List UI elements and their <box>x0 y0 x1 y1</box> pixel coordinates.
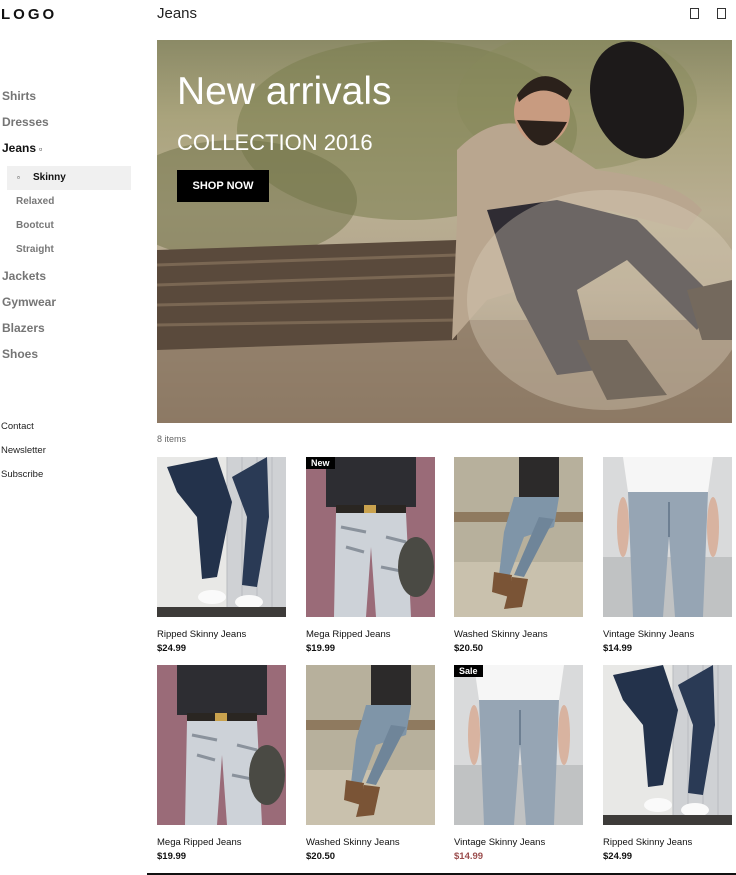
product-card[interactable]: Ripped Skinny Jeans $24.99 <box>603 665 732 862</box>
product-photo <box>454 665 583 825</box>
page-title: Jeans <box>157 5 198 22</box>
product-photo <box>306 665 435 825</box>
nav-item-gymwear[interactable]: Gymwear <box>0 294 140 320</box>
product-badge: New <box>306 457 335 469</box>
sub-item-label: Relaxed <box>16 196 55 207</box>
sub-item-relaxed[interactable]: Relaxed <box>0 190 140 214</box>
selected-bullet-icon: ▫ <box>17 173 20 182</box>
product-price: $19.99 <box>306 643 336 654</box>
product-card[interactable]: Washed Skinny Jeans $20.50 <box>306 665 435 862</box>
sub-item-label: Skinny <box>33 172 66 183</box>
hero-banner: New arrivals COLLECTION 2016 SHOP NOW <box>157 40 732 423</box>
header-icons <box>690 8 726 19</box>
sub-item-skinny[interactable]: ▫ Skinny <box>7 166 131 190</box>
product-photo <box>603 457 732 617</box>
product-price: $19.99 <box>157 851 187 862</box>
nav-item-jackets[interactable]: Jackets <box>0 268 140 294</box>
product-card[interactable]: Sale Vintage Skinny Jeans $14.99 <box>454 665 583 862</box>
shop-now-button[interactable]: SHOP NOW <box>177 170 269 202</box>
product-name[interactable]: Vintage Skinny Jeans <box>603 629 732 642</box>
nav-item-jeans[interactable]: Jeans ▫ <box>0 140 140 166</box>
product-image[interactable]: Sale <box>454 665 583 825</box>
product-card[interactable]: Mega Ripped Jeans $19.99 <box>157 665 286 862</box>
jeans-submenu: ▫ Skinny Relaxed Bootcut Straight <box>0 166 140 262</box>
product-image[interactable] <box>603 665 732 825</box>
item-count: 8 items <box>157 434 187 444</box>
product-name[interactable]: Ripped Skinny Jeans <box>157 629 286 642</box>
product-photo <box>603 665 732 825</box>
nav-item-blazers[interactable]: Blazers <box>0 320 140 346</box>
product-name[interactable]: Washed Skinny Jeans <box>306 837 435 850</box>
nav-label: Jackets <box>2 269 47 283</box>
product-photo <box>157 457 286 617</box>
chevron-down-icon: ▫ <box>39 144 43 154</box>
nav-label: Shirts <box>2 89 37 103</box>
sidebar-nav: Shirts Dresses Jeans ▫ ▫ Skinny Relaxed Bo… <box>0 88 140 372</box>
logo[interactable]: LOGO <box>1 6 57 23</box>
sub-item-bootcut[interactable]: Bootcut <box>0 214 140 238</box>
nav-label: Gymwear <box>2 295 57 309</box>
product-image[interactable] <box>454 457 583 617</box>
nav-label: Shoes <box>2 347 39 361</box>
product-photo <box>454 457 583 617</box>
product-name[interactable]: Mega Ripped Jeans <box>157 837 286 850</box>
sub-item-label: Straight <box>16 244 54 255</box>
search-icon[interactable] <box>717 8 726 19</box>
nav-item-shoes[interactable]: Shoes <box>0 346 140 372</box>
nav-label: Dresses <box>2 115 49 129</box>
product-photo <box>157 665 286 825</box>
product-image[interactable] <box>157 457 286 617</box>
product-image[interactable] <box>306 665 435 825</box>
sub-item-label: Bootcut <box>16 220 54 231</box>
product-card[interactable]: New Mega Ripped Jeans $19.99 <box>306 457 435 654</box>
product-name[interactable]: Ripped Skinny Jeans <box>603 837 732 850</box>
product-photo <box>306 457 435 617</box>
product-badge: Sale <box>454 665 483 677</box>
product-image[interactable] <box>603 457 732 617</box>
nav-item-shirts[interactable]: Shirts <box>0 88 140 114</box>
sub-item-straight[interactable]: Straight <box>0 238 140 262</box>
nav-label: Blazers <box>2 321 45 335</box>
product-name[interactable]: Washed Skinny Jeans <box>454 629 583 642</box>
product-price: $20.50 <box>454 643 484 654</box>
link-contact[interactable]: Contact <box>1 420 46 444</box>
product-card[interactable]: Vintage Skinny Jeans $14.99 <box>603 457 732 654</box>
product-price: $20.50 <box>306 851 336 862</box>
hero-title: New arrivals <box>177 70 392 113</box>
product-name[interactable]: Mega Ripped Jeans <box>306 629 435 642</box>
product-price: $24.99 <box>603 851 633 862</box>
product-card[interactable]: Ripped Skinny Jeans $24.99 <box>157 457 286 654</box>
product-name[interactable]: Vintage Skinny Jeans <box>454 837 583 850</box>
product-image[interactable]: New <box>306 457 435 617</box>
nav-item-dresses[interactable]: Dresses <box>0 114 140 140</box>
link-newsletter[interactable]: Newsletter <box>1 444 46 468</box>
product-card[interactable]: Washed Skinny Jeans $20.50 <box>454 457 583 654</box>
product-price: $14.99 <box>603 643 633 654</box>
link-subscribe[interactable]: Subscribe <box>1 468 46 492</box>
product-price-sale: $14.99 <box>454 851 484 862</box>
cart-icon[interactable] <box>690 8 699 19</box>
product-image[interactable] <box>157 665 286 825</box>
hero-subtitle: COLLECTION 2016 <box>177 130 373 155</box>
footer-links: Contact Newsletter Subscribe <box>1 420 46 492</box>
nav-label: Jeans <box>2 141 37 155</box>
product-price: $24.99 <box>157 643 187 654</box>
